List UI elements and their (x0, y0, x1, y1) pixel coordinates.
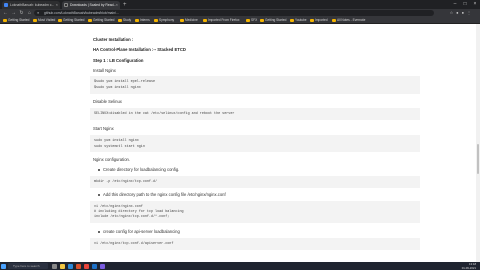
new-tab-icon[interactable]: + (123, 1, 127, 9)
bullet-icon (98, 194, 100, 196)
bookmark-item[interactable]: Youtube (290, 17, 307, 24)
maximize-icon[interactable]: □ (460, 0, 470, 9)
code-line: sudo systemctl start ngin (94, 145, 145, 149)
code-line: include /etc/nginx/tcp.conf.d/*.conf; (94, 215, 170, 219)
bookmark-item[interactable]: SFX (246, 17, 257, 24)
reload-icon[interactable]: ↻ (18, 9, 25, 17)
bookmark-icon (203, 18, 207, 23)
page-icon (64, 3, 68, 7)
bookmark-item[interactable]: Symphony (154, 17, 174, 24)
close-window-icon[interactable]: × (470, 0, 480, 9)
code-block: vi /etc/nginx/nginx.conf # including dir… (90, 201, 420, 223)
tab-bar: LoknathBaruah: kubeadm c... × Downloads … (0, 0, 480, 9)
bookmark-icon (290, 18, 294, 23)
bullet-item: create config for api-server loadbalanci… (103, 229, 180, 234)
home-icon[interactable]: ⌂ (26, 9, 33, 17)
text-nginx-config: Nginx configuration. (93, 157, 131, 162)
address-bar[interactable]: ● github.com/LoknathBaruah/kubeadm/blob/… (34, 10, 434, 16)
code-block: sudo yum install nginx sudo systemctl st… (90, 135, 420, 152)
office-icon[interactable] (76, 263, 81, 269)
bookmark-icon (332, 18, 336, 23)
browser-tab[interactable]: LoknathBaruah: kubeadm c... × (2, 1, 60, 9)
code-line: vi /etc/nginx/nginx.conf (94, 205, 143, 209)
tab-label: Downloads | Scaled by Read... (70, 3, 117, 7)
bookmark-item[interactable]: Medicine (180, 17, 198, 24)
taskbar: Type here to search 13:18 01-09-2021 (0, 262, 480, 270)
bookmark-item[interactable]: Getting Started (260, 17, 286, 24)
bookmark-item[interactable]: Most Visited (33, 17, 55, 24)
bookmark-item[interactable]: Interns (135, 17, 150, 24)
minimize-icon[interactable]: – (450, 0, 460, 9)
bookmark-icon (3, 18, 7, 23)
system-tray[interactable]: 13:18 01-09-2021 (462, 262, 476, 270)
bookmark-icon (135, 18, 139, 23)
heading-step: Step 1 : LB Configuration (93, 58, 144, 63)
bookmark-icon (88, 18, 92, 23)
bookmark-item[interactable]: Getting Started (58, 17, 84, 24)
bookmark-icon (246, 18, 250, 23)
bookmark-icon (118, 18, 122, 23)
browser-tab-active[interactable]: Downloads | Scaled by Read... × (62, 1, 120, 9)
bullet-icon (98, 231, 100, 233)
close-icon[interactable]: × (116, 1, 118, 9)
bookmark-item[interactable]: Study (118, 17, 131, 24)
heading-ha: HA Control-Plane Installation :-- Stacke… (93, 47, 186, 52)
bullet-item: Create directory for loadbalancing confi… (103, 167, 180, 172)
bookmark-item[interactable]: Imported (310, 17, 328, 24)
bookmark-icon (33, 18, 37, 23)
text-install-nginx: Install Nginx (93, 68, 116, 73)
file-explorer-icon[interactable] (60, 263, 65, 269)
code-line: $sudo yum install nginx (94, 86, 141, 90)
bookmark-item[interactable]: All Notes - Evernote (332, 17, 365, 24)
address-text: github.com/LoknathBaruah/kubeadm/blob/ma… (44, 11, 119, 15)
bookmark-item[interactable]: Getting Started (3, 17, 29, 24)
bookmark-item[interactable]: Getting Started (88, 17, 114, 24)
windows-start-icon[interactable] (1, 263, 6, 269)
bookmark-icon (180, 18, 184, 23)
lock-icon: ● (37, 11, 40, 15)
clock-date: 01-09-2021 (461, 266, 476, 270)
edge-icon[interactable] (68, 263, 73, 269)
code-line: mkdir -p /etc/nginx/tcp.conf.d/ (94, 180, 158, 184)
code-line: # including directory for tcp load balan… (94, 210, 184, 214)
code-line: SELINUX=disabled in the cat /etc/selinux… (94, 112, 235, 116)
taskbar-search[interactable]: Type here to search (8, 263, 48, 269)
code-block: $sudo yum install epel-release $sudo yum… (90, 76, 420, 94)
text-disable-selinux: Disable Selinux (93, 99, 122, 104)
scrollbar[interactable] (476, 24, 480, 262)
heading-cluster: Cluster Installation : (93, 37, 134, 42)
code-block: mkdir -p /etc/nginx/tcp.conf.d/ (90, 176, 420, 188)
github-icon (4, 3, 8, 7)
text-start-nginx: Start Nginx (93, 126, 114, 131)
forward-icon[interactable]: → (10, 9, 17, 17)
tab-label: LoknathBaruah: kubeadm c... (10, 3, 55, 7)
close-icon[interactable]: × (56, 1, 58, 9)
app-icon[interactable] (100, 263, 105, 269)
bullet-item: Add this directory path to the nginx con… (103, 192, 226, 197)
page-content: Cluster Installation : HA Control-Plane … (0, 24, 476, 262)
extension-icons[interactable]: ☆●●⋮ (450, 9, 474, 17)
bullet-icon (98, 169, 100, 171)
task-view-icon[interactable] (52, 263, 57, 269)
code-line: sudo yum install nginx (94, 139, 139, 143)
word-icon[interactable] (92, 263, 97, 269)
bookmark-icon (260, 18, 264, 23)
bookmark-icon (58, 18, 62, 23)
toolbar: ← → ↻ ⌂ ● github.com/LoknathBaruah/kubea… (0, 9, 480, 17)
scrollbar-thumb[interactable] (477, 144, 479, 174)
code-line: vi /etc/nginx/tcp.conf.d/apiserver.conf (94, 242, 174, 246)
bookmarks-bar: Getting Started Most Visited Getting Sta… (0, 17, 480, 24)
bookmark-icon (154, 18, 158, 23)
bookmark-icon (310, 18, 314, 23)
bookmark-item[interactable]: Imported From Firefox (203, 17, 240, 24)
code-block: vi /etc/nginx/tcp.conf.d/apiserver.conf (90, 238, 420, 250)
back-icon[interactable]: ← (2, 9, 9, 17)
code-line: $sudo yum install epel-release (94, 80, 156, 84)
chrome-icon[interactable] (84, 263, 89, 269)
code-block: SELINUX=disabled in the cat /etc/selinux… (90, 108, 420, 120)
